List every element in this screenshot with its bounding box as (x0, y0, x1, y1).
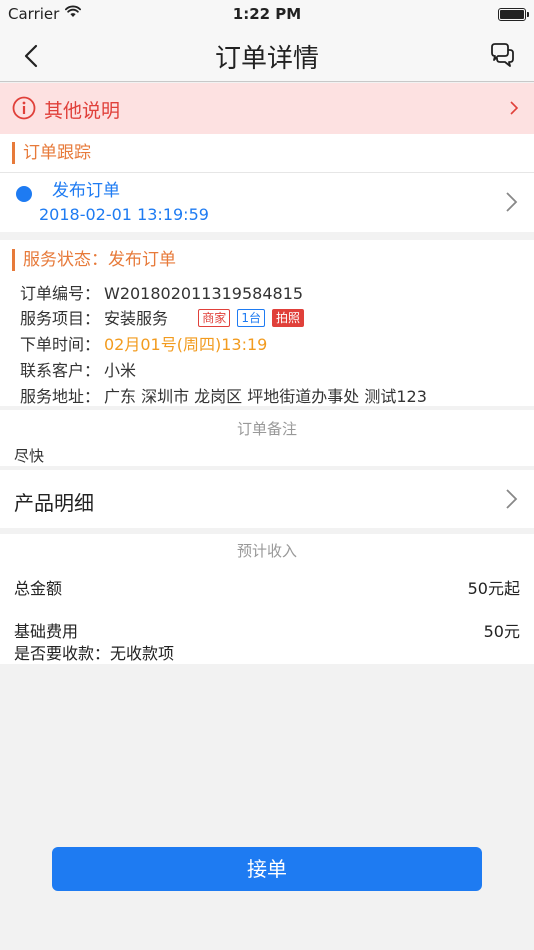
total-amount-label: 总金额 (14, 579, 63, 598)
tracking-entry[interactable]: 发布订单 2018-02-01 13:19:59 (0, 173, 534, 232)
service-status-label: 服务状态： (23, 250, 108, 270)
order-tracking-section: 订单跟踪 发布订单 2018-02-01 13:19:59 (0, 134, 534, 232)
order-tracking-title: 订单跟踪 (12, 142, 91, 164)
other-notes-label: 其他说明 (44, 100, 121, 122)
product-details-label: 产品明细 (14, 491, 94, 515)
customer-value: 小米 (104, 361, 137, 380)
base-fee-row: 基础费用 50元 (14, 618, 520, 642)
service-info-section: 服务状态：发布订单 订单编号： W201802011319584815 服务项目：… (0, 240, 534, 406)
info-circle-icon (12, 96, 36, 120)
order-number-label: 订单编号： (20, 284, 101, 303)
expected-income-heading: 预计收入 (236, 542, 297, 560)
customer-row: 联系客户： 小米 (20, 357, 136, 381)
service-status: 服务状态：发布订单 (12, 249, 176, 271)
order-remark-section: 订单备注 尽快 (0, 410, 534, 466)
expected-income-section: 预计收入 总金额 50元起 基础费用 50元 是否要收款：无收款项 (0, 534, 534, 664)
status-dot-icon (16, 186, 32, 202)
merchant-tag: 商家 (198, 309, 231, 327)
chat-bubbles-icon[interactable] (488, 41, 516, 69)
page-title: 订单详情 (214, 44, 319, 74)
total-amount-value: 50元起 (467, 579, 520, 598)
tracking-entry-time: 2018-02-01 13:19:59 (39, 205, 209, 224)
total-amount-row: 总金额 50元起 (14, 575, 520, 599)
order-time-row: 下单时间： 02月01号(周四)13:19 (20, 331, 267, 355)
quantity-tag: 1台 (237, 309, 265, 327)
accept-order-button[interactable]: 接单 (52, 847, 482, 891)
order-time-value: 02月01号(周四)13:19 (104, 335, 268, 354)
order-time-label: 下单时间： (20, 335, 101, 354)
navigation-bar: 订单详情 (0, 30, 534, 82)
order-number-value: W201802011319584815 (104, 284, 304, 303)
base-fee-value: 50元 (483, 622, 520, 641)
collect-payment-text: 是否要收款：无收款项 (14, 644, 175, 663)
service-item-label: 服务项目： (20, 309, 101, 328)
address-label: 服务地址： (20, 387, 101, 406)
order-number-row: 订单编号： W201802011319584815 (20, 280, 303, 304)
service-status-value: 发布订单 (108, 250, 176, 270)
address-value: 广东 深圳市 龙岗区 坪地街道办事处 测试123 (104, 387, 427, 406)
chevron-right-icon (510, 101, 519, 115)
clock: 1:22 PM (232, 5, 302, 23)
chevron-right-icon (506, 192, 518, 212)
service-item-value: 安装服务 (104, 309, 169, 328)
other-notes-banner[interactable]: 其他说明 (0, 83, 534, 134)
order-remark-text: 尽快 (14, 447, 45, 465)
address-row: 服务地址： 广东 深圳市 龙岗区 坪地街道办事处 测试123 (20, 383, 427, 407)
tracking-entry-label: 发布订单 (52, 181, 120, 201)
product-details-row[interactable]: 产品明细 (0, 470, 534, 528)
service-item-row: 服务项目： 安装服务 商家 1台 拍照 (20, 305, 305, 329)
battery-icon (498, 8, 529, 21)
customer-label: 联系客户： (20, 361, 101, 380)
order-remark-heading: 订单备注 (236, 420, 297, 438)
base-fee-label: 基础费用 (14, 622, 79, 641)
status-bar: Carrier 1:22 PM (0, 0, 534, 30)
chevron-right-icon (506, 489, 518, 509)
photo-tag: 拍照 (272, 309, 305, 327)
